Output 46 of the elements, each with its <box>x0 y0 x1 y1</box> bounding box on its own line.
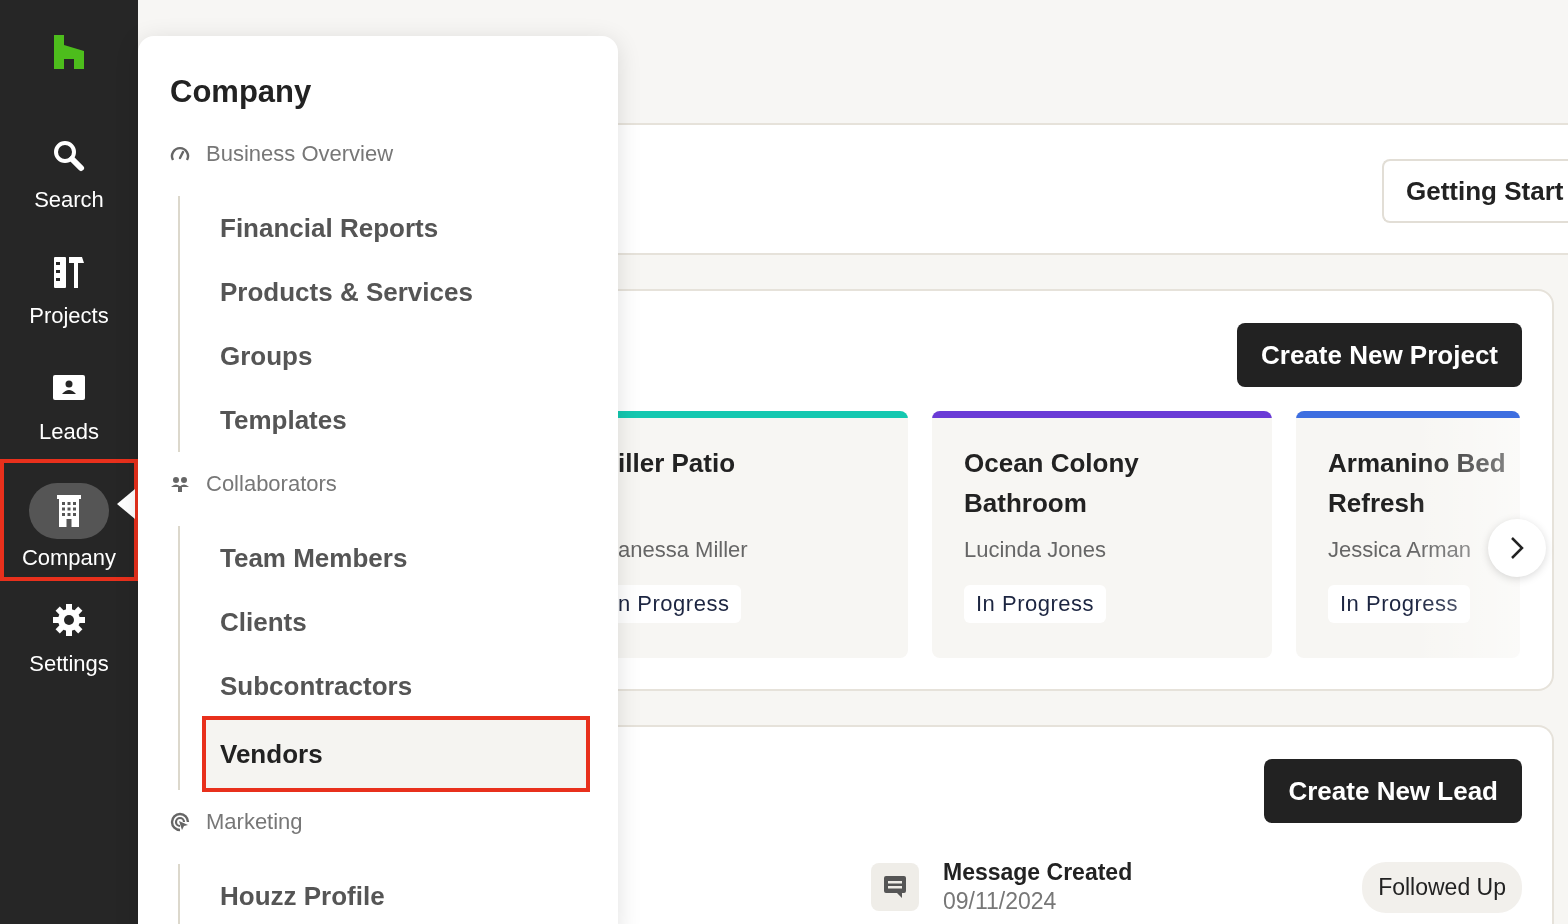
building-icon <box>54 494 84 528</box>
menu-title: Company <box>170 74 313 110</box>
create-lead-button[interactable]: Create New Lead <box>1264 759 1522 823</box>
nav-item[interactable]: Search <box>0 127 138 223</box>
menu-item[interactable]: Templates <box>204 388 588 452</box>
nav-item[interactable]: Leads <box>0 359 138 455</box>
people-icon <box>170 475 190 493</box>
project-card[interactable]: Armanino Bed Refresh Jessica Arman In Progress <box>1296 411 1520 658</box>
menu-section[interactable]: Collaborators <box>170 464 337 504</box>
contact-card-icon <box>52 374 86 402</box>
message-icon <box>871 863 919 911</box>
project-title: Ocean Colony Bathroom <box>964 447 1140 520</box>
chevron-right-icon <box>1509 535 1525 561</box>
menu-item[interactable]: Clients <box>204 590 588 654</box>
menu-item[interactable]: Subcontractors <box>204 654 588 718</box>
activity-title: Message Created <box>943 859 1134 886</box>
project-card[interactable]: iller Patio anessa Miller n Progress <box>618 411 908 658</box>
menu-item[interactable]: Houzz Profile <box>204 864 588 924</box>
project-card[interactable]: Ocean Colony Bathroom Lucinda Jones In Progress <box>932 411 1272 658</box>
settings-icon <box>52 603 86 637</box>
menu-item[interactable]: Groups <box>204 324 588 388</box>
status-tag: In Progress <box>1328 585 1470 623</box>
menu-item[interactable]: Vendors <box>204 718 588 790</box>
client-name: Lucinda Jones <box>964 537 1106 563</box>
logo[interactable] <box>54 35 84 69</box>
status-tag: In Progress <box>964 585 1106 623</box>
client-name: Jessica Arman <box>1328 537 1472 563</box>
search-icon <box>52 139 86 173</box>
project-title: iller Patio <box>618 447 737 480</box>
menu-section[interactable]: Marketing <box>170 802 303 842</box>
create-project-button[interactable]: Create New Project <box>1237 323 1522 387</box>
nav-item[interactable]: Settings <box>0 591 138 687</box>
getting-started-button[interactable]: Getting Start <box>1382 159 1568 223</box>
nav-item[interactable]: Projects <box>0 243 138 339</box>
menu-item[interactable]: Financial Reports <box>204 196 588 260</box>
project-title: Armanino Bed Refresh <box>1328 447 1507 520</box>
status-tag: Followed Up <box>1362 861 1522 913</box>
gauge-icon <box>170 145 190 163</box>
status-tag: n Progress <box>618 585 742 623</box>
menu-item[interactable]: Products & Services <box>204 260 588 324</box>
menu-item[interactable]: Team Members <box>204 526 588 590</box>
client-name: anessa Miller <box>618 537 748 563</box>
ruler-hammer-icon <box>52 255 86 289</box>
activity-date: 09/11/2024 <box>943 888 1058 915</box>
target-cursor-icon <box>170 812 190 832</box>
menu-section[interactable]: Business Overview <box>170 134 394 174</box>
